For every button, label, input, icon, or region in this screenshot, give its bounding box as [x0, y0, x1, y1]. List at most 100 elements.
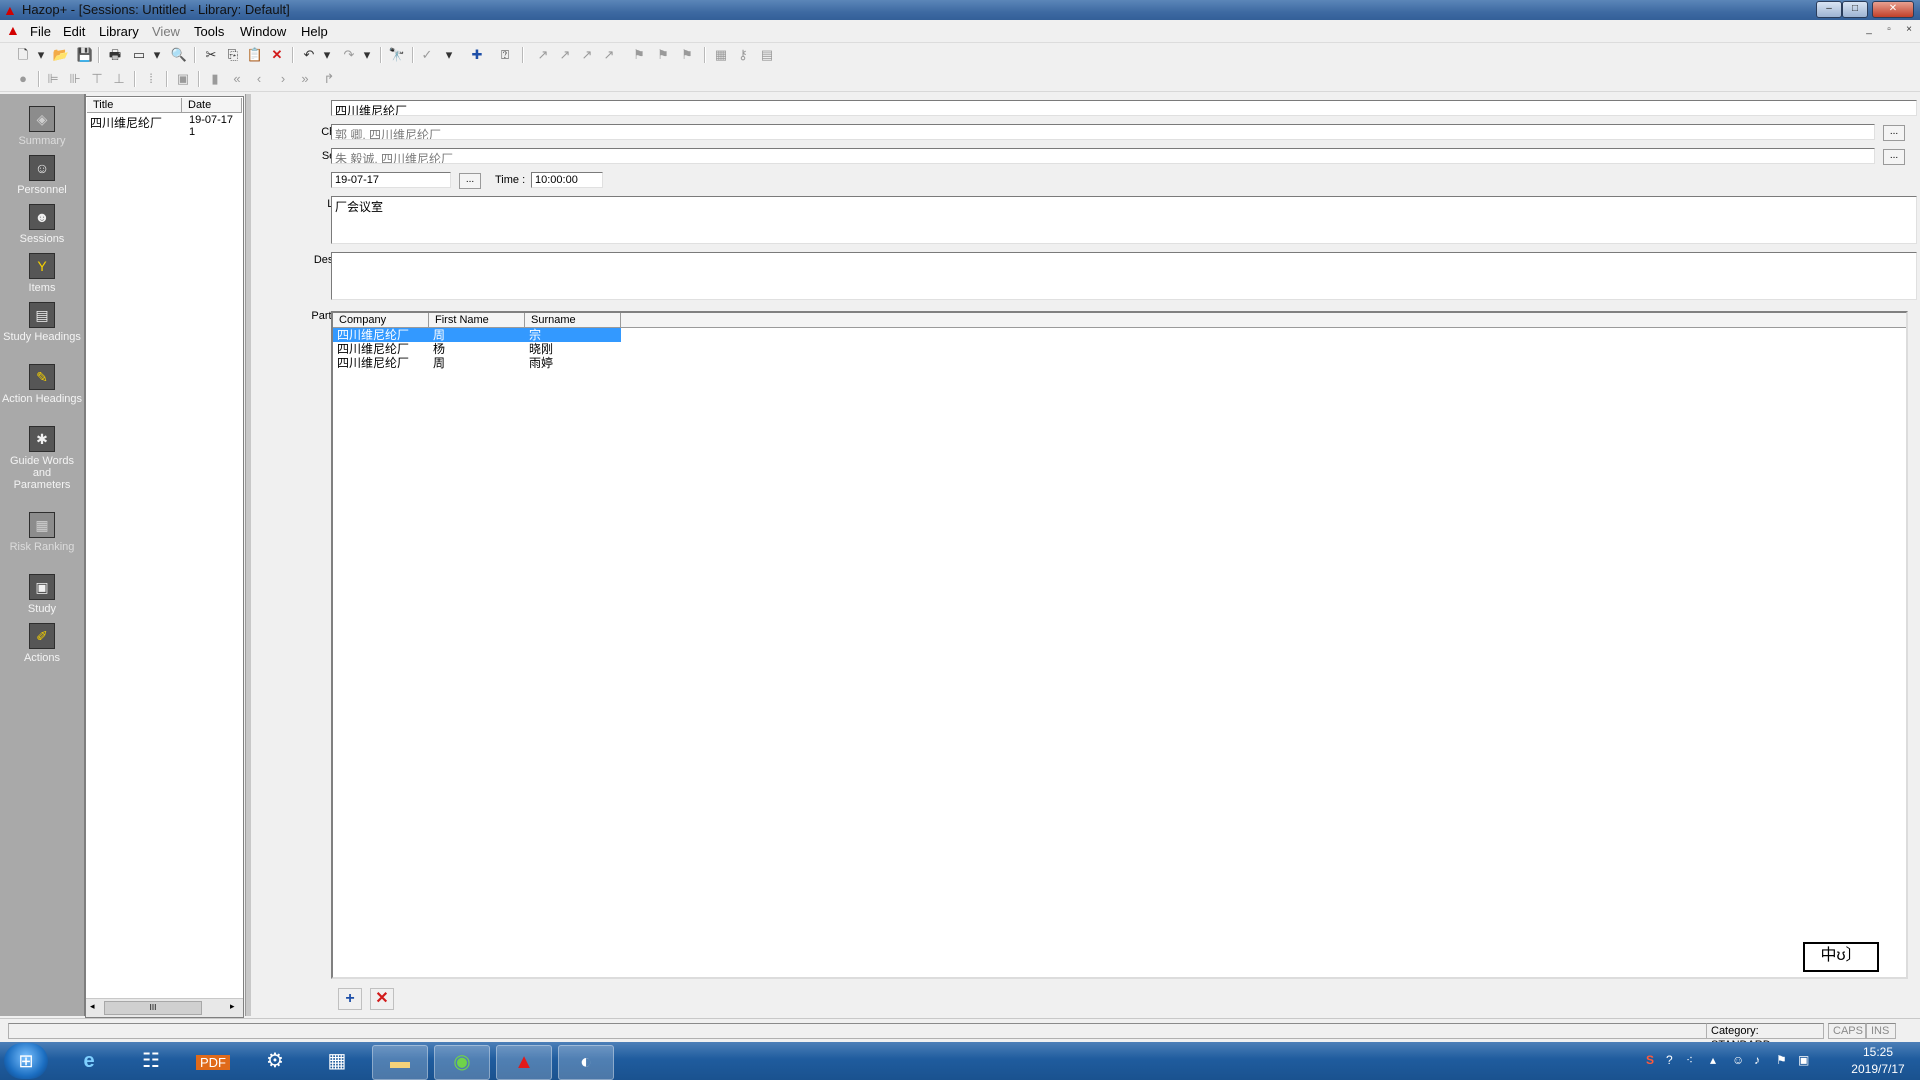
link-icon[interactable]: ↗: [534, 47, 552, 63]
align-top-icon[interactable]: ⊤: [88, 71, 106, 87]
find-icon[interactable]: 🔭: [388, 47, 406, 63]
file-explorer-icon[interactable]: ▬: [372, 1045, 428, 1080]
link-remove-icon[interactable]: ↗: [600, 47, 618, 63]
align-left-icon[interactable]: ⊫: [44, 71, 62, 87]
description-field[interactable]: [331, 252, 1917, 300]
menu-edit[interactable]: Edit: [63, 24, 85, 39]
paste-icon[interactable]: 📋: [246, 47, 264, 63]
scroll-left-icon[interactable]: ◂: [90, 1001, 95, 1012]
sidebar-item-personnel[interactable]: ☺ Personnel: [0, 155, 84, 196]
sidebar-item-action-headings[interactable]: ✎ Action Headings: [0, 364, 84, 405]
sidebar-item-sessions[interactable]: ☻ Sessions: [0, 204, 84, 245]
column-header-title[interactable]: Title: [87, 98, 182, 113]
undo-icon[interactable]: ↶: [300, 47, 318, 63]
secretary-browse-button[interactable]: ...: [1883, 149, 1905, 165]
list-item[interactable]: 四川维尼纶厂 19-07-17 1: [90, 114, 240, 138]
menu-view[interactable]: View: [152, 24, 180, 39]
internet-explorer-icon[interactable]: e: [62, 1045, 116, 1078]
app-grid-icon[interactable]: ☷: [124, 1045, 178, 1078]
dropdown-arrow-icon[interactable]: ▾: [148, 47, 166, 63]
record-icon[interactable]: ●: [14, 71, 32, 87]
location-field[interactable]: 厂会议室: [331, 196, 1917, 244]
sidebar-item-guide-words[interactable]: ✱ Guide Words and Parameters: [0, 426, 84, 491]
new-icon[interactable]: 🗋: [14, 47, 32, 63]
print-preview-icon[interactable]: 🔍: [170, 47, 188, 63]
first-record-icon[interactable]: «: [228, 71, 246, 87]
open-folder-icon[interactable]: 📂: [52, 47, 70, 63]
ime-mode-icon[interactable]: ⁖: [1686, 1053, 1693, 1067]
volume-icon[interactable]: ♪: [1754, 1053, 1760, 1067]
menu-help[interactable]: Help: [301, 24, 328, 39]
copy-icon[interactable]: ⎘: [224, 47, 242, 63]
qq-icon[interactable]: ☺: [1732, 1053, 1744, 1067]
align-right-icon[interactable]: ⊪: [66, 71, 84, 87]
align-bottom-icon[interactable]: ⊥: [110, 71, 128, 87]
dropdown-arrow-icon[interactable]: ▾: [318, 47, 336, 63]
dropdown-arrow-icon[interactable]: ▾: [440, 47, 458, 63]
page-setup-icon[interactable]: ▭: [130, 47, 148, 63]
previous-record-icon[interactable]: ‹: [250, 71, 268, 87]
table-row[interactable]: 四川维尼纶厂 周 宗: [333, 328, 621, 342]
table-row[interactable]: 四川维尼纶厂 周 雨婷: [333, 356, 621, 370]
time-field[interactable]: 10:00:00: [531, 172, 603, 188]
menu-library[interactable]: Library: [99, 24, 139, 39]
chairman-browse-button[interactable]: ...: [1883, 125, 1905, 141]
show-hidden-icons[interactable]: ▴: [1710, 1053, 1716, 1067]
menu-window[interactable]: Window: [240, 24, 286, 39]
mdi-restore-button[interactable]: ▫: [1882, 24, 1896, 36]
panel-splitter[interactable]: [245, 94, 251, 1016]
delete-icon[interactable]: ✕: [268, 47, 286, 63]
help-icon[interactable]: ?: [1666, 1053, 1673, 1067]
action-icon[interactable]: ⚑: [630, 47, 648, 63]
key-icon[interactable]: ⚷: [734, 47, 752, 63]
jump-icon[interactable]: ↱: [320, 71, 338, 87]
bookmark-icon[interactable]: ▮: [206, 71, 224, 87]
clock-date[interactable]: 2019/7/17: [1838, 1062, 1918, 1076]
mdi-close-button[interactable]: ×: [1902, 24, 1916, 36]
sidebar-item-summary[interactable]: ◈ Summary: [0, 106, 84, 147]
link-edit-icon[interactable]: ↗: [578, 47, 596, 63]
sidebar-item-study[interactable]: ▣ Study: [0, 574, 84, 615]
next-record-icon[interactable]: ›: [274, 71, 292, 87]
minimize-button[interactable]: –: [1816, 1, 1842, 18]
name-field[interactable]: 四川维尼纶厂: [331, 100, 1917, 116]
add-participant-button[interactable]: +: [338, 988, 362, 1010]
sidebar-item-actions[interactable]: ✐ Actions: [0, 623, 84, 664]
pdf-reader-icon[interactable]: PDF: [186, 1045, 240, 1078]
table-row[interactable]: 四川维尼纶厂 杨 晓刚: [333, 342, 621, 356]
calculator-icon[interactable]: ▦: [310, 1045, 364, 1078]
horizontal-scrollbar[interactable]: ◂ III ▸: [86, 998, 243, 1017]
scroll-right-icon[interactable]: ▸: [230, 1001, 235, 1012]
spellcheck-icon[interactable]: ✓: [418, 47, 436, 63]
dropdown-arrow-icon[interactable]: ▾: [358, 47, 376, 63]
link-add-icon[interactable]: ↗: [556, 47, 574, 63]
view-icon[interactable]: ▣: [174, 71, 192, 87]
sogou-ime-icon[interactable]: S: [1646, 1053, 1654, 1067]
column-header-date[interactable]: Date: [182, 98, 242, 113]
add-icon[interactable]: ✚: [468, 47, 486, 63]
column-header-surname[interactable]: Surname: [525, 313, 621, 328]
secretary-field[interactable]: 朱 毅诚, 四川维尼纶厂: [331, 148, 1875, 164]
network-icon[interactable]: ▣: [1798, 1053, 1809, 1067]
sidebar-item-items[interactable]: Y Items: [0, 253, 84, 294]
print-icon[interactable]: 🖶: [106, 47, 124, 63]
grid-icon[interactable]: ▦: [712, 47, 730, 63]
browser-icon[interactable]: ◉: [434, 1045, 490, 1080]
clock-time[interactable]: 15:25: [1848, 1045, 1908, 1059]
save-icon[interactable]: 💾: [76, 47, 94, 63]
grid-dots-icon[interactable]: ⁞: [142, 71, 160, 87]
column-header-company[interactable]: Company: [333, 313, 429, 328]
application-icon[interactable]: ◐: [558, 1045, 614, 1080]
start-button[interactable]: ⊞: [4, 1043, 48, 1079]
help-book-icon[interactable]: ⍰: [496, 47, 514, 63]
sidebar-item-risk-ranking[interactable]: ▦ Risk Ranking: [0, 512, 84, 553]
scroll-thumb[interactable]: III: [104, 1001, 202, 1015]
close-button[interactable]: ✕: [1872, 1, 1914, 18]
tools-icon[interactable]: ⚙: [248, 1045, 302, 1078]
action-center-flag-icon[interactable]: ⚑: [1776, 1053, 1787, 1067]
date-field[interactable]: 19-07-17: [331, 172, 451, 188]
sidebar-item-study-headings[interactable]: ▤ Study Headings: [0, 302, 84, 343]
menu-tools[interactable]: Tools: [194, 24, 224, 39]
cut-icon[interactable]: ✂: [202, 47, 220, 63]
dropdown-arrow-icon[interactable]: ▾: [32, 47, 50, 63]
